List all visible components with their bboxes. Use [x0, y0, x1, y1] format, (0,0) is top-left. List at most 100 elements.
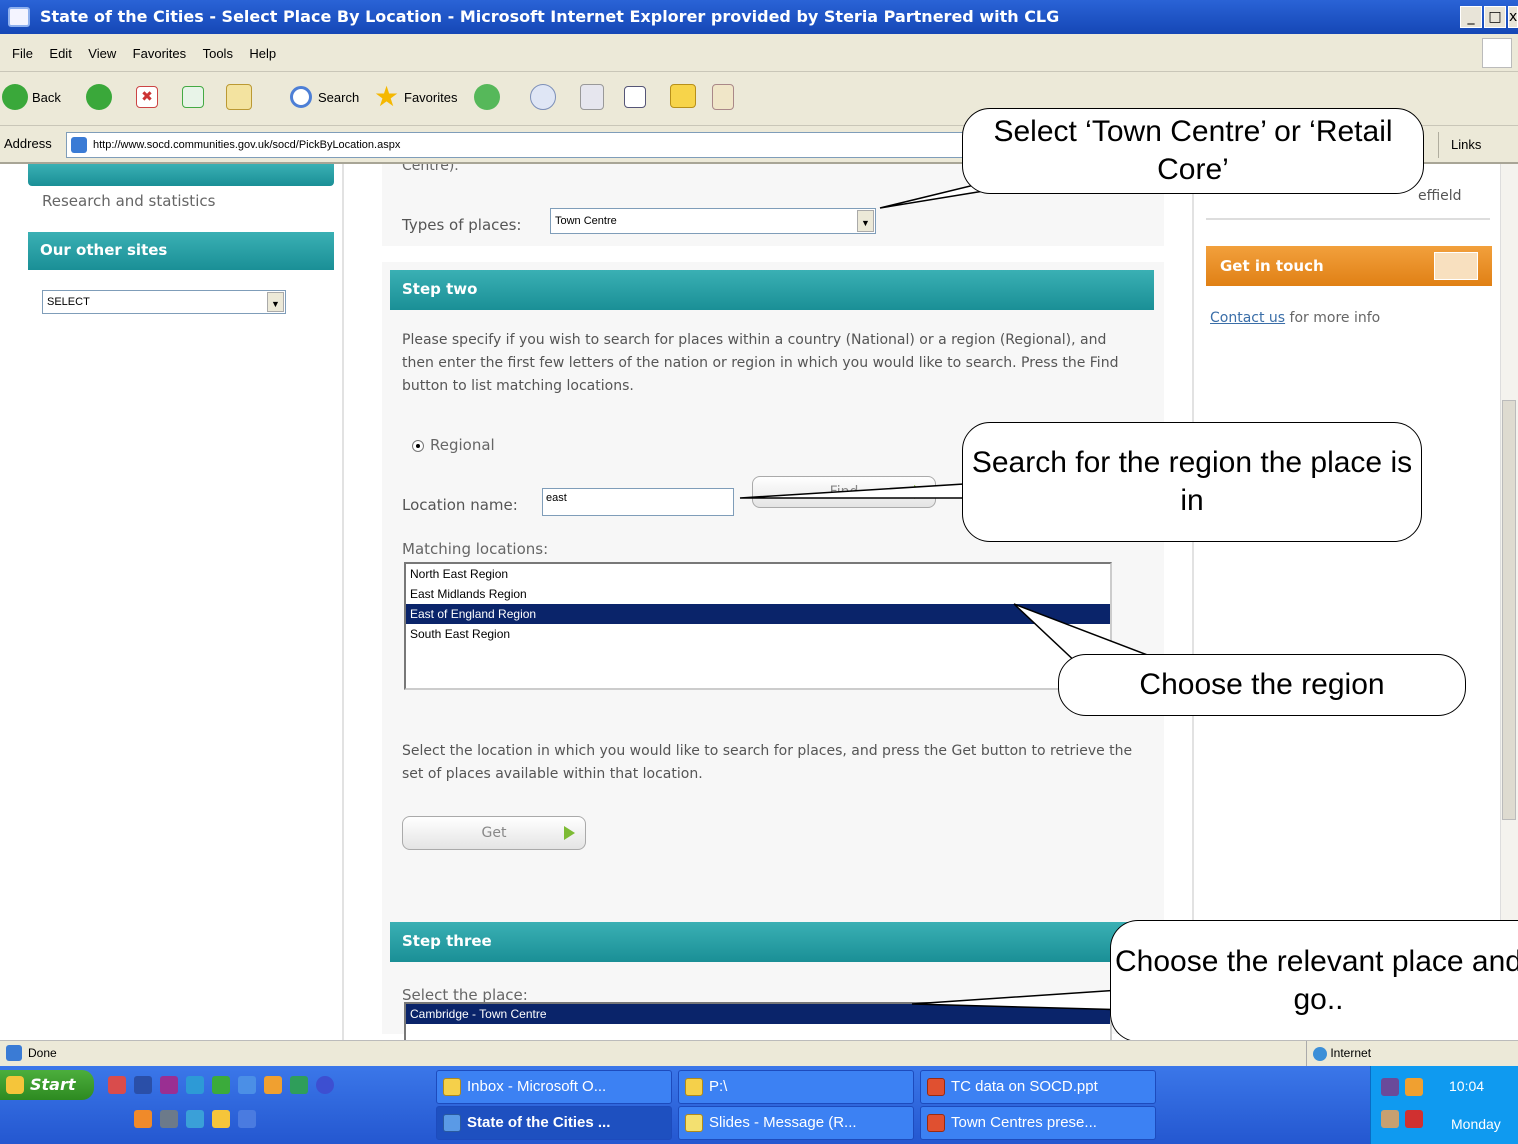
scrollbar-thumb[interactable]: [1502, 400, 1516, 820]
task-inbox[interactable]: Inbox - Microsoft O...: [436, 1070, 672, 1104]
menu-favorites[interactable]: Favorites: [133, 34, 186, 74]
minimize-button[interactable]: _: [1460, 6, 1482, 28]
quicklaunch-icon[interactable]: [238, 1076, 256, 1094]
quicklaunch-icon[interactable]: [238, 1110, 256, 1128]
menu-bar: File Edit View Favorites Tools Help: [0, 34, 1518, 72]
regional-radio[interactable]: [412, 440, 424, 452]
close-button[interactable]: x: [1508, 6, 1518, 28]
types-of-places-label: Types of places:: [402, 216, 522, 234]
powerpoint-icon: [927, 1078, 945, 1096]
right-sidebar-divider: [1192, 164, 1194, 1040]
contact-text: Contact us for more info: [1210, 310, 1380, 326]
location-name-label: Location name:: [402, 496, 518, 514]
contact-suffix: for more info: [1289, 310, 1381, 326]
menu-edit[interactable]: Edit: [49, 34, 71, 74]
step-one-clipped-text: Centre).: [402, 164, 459, 174]
envelope-icon: [1434, 252, 1478, 280]
research-statistics-link[interactable]: Research and statistics: [42, 192, 215, 210]
folder-icon[interactable]: [670, 84, 696, 108]
regional-radio-label: Regional: [430, 436, 495, 454]
network-icon[interactable]: [1381, 1078, 1399, 1096]
tray-icon[interactable]: [1405, 1078, 1423, 1096]
back-arrow-icon[interactable]: [2, 84, 28, 110]
task-p-drive[interactable]: P:\: [678, 1070, 914, 1104]
search-icon[interactable]: [290, 86, 312, 108]
quicklaunch-icon[interactable]: [186, 1110, 204, 1128]
task-state-of-cities[interactable]: State of the Cities ...: [436, 1106, 672, 1140]
task-state-label: State of the Cities ...: [467, 1114, 611, 1131]
forward-arrow-icon[interactable]: [86, 84, 112, 110]
tray-icon[interactable]: [1405, 1110, 1423, 1128]
favorites-star-icon[interactable]: ★: [374, 82, 399, 112]
menu-help[interactable]: Help: [249, 34, 276, 74]
quicklaunch-icon[interactable]: [212, 1076, 230, 1094]
menu-view[interactable]: View: [88, 34, 116, 74]
quicklaunch-icon[interactable]: [264, 1076, 282, 1094]
quicklaunch-icon[interactable]: [108, 1076, 126, 1094]
research-icon[interactable]: [712, 84, 734, 110]
matching-locations-list[interactable]: North East Region East Midlands Region E…: [404, 562, 1112, 690]
place-list[interactable]: Cambridge - Town Centre: [404, 1002, 1112, 1040]
our-other-sites-header: Our other sites: [28, 232, 334, 270]
task-p-drive-label: P:\: [709, 1078, 728, 1095]
task-town-centres[interactable]: Town Centres prese...: [920, 1106, 1156, 1140]
edit-icon[interactable]: [624, 86, 646, 108]
search-button[interactable]: Search: [318, 82, 359, 114]
quicklaunch-icon[interactable]: [134, 1076, 152, 1094]
stop-icon[interactable]: ✖: [136, 86, 158, 108]
quicklaunch-icon[interactable]: [160, 1076, 178, 1094]
history-icon[interactable]: [474, 84, 500, 110]
print-icon[interactable]: [580, 84, 604, 110]
list-item-selected[interactable]: Cambridge - Town Centre: [406, 1004, 1110, 1024]
sidebar-clipped-header: [28, 164, 334, 186]
back-button[interactable]: Back: [32, 82, 61, 114]
get-button[interactable]: Get: [402, 816, 586, 850]
page-done-icon: [6, 1045, 22, 1061]
callout-types-of-places: Select ‘Town Centre’ or ‘Retail Core’: [962, 108, 1424, 194]
chevron-down-icon: ▼: [857, 210, 874, 232]
contact-us-link[interactable]: Contact us: [1210, 310, 1285, 326]
favorites-button[interactable]: Favorites: [404, 82, 457, 114]
callout-search-region: Search for the region the place is in: [962, 422, 1422, 542]
links-button[interactable]: Links: [1438, 132, 1518, 158]
list-item[interactable]: South East Region: [406, 624, 1110, 644]
windows-flag-icon: [6, 1076, 24, 1094]
maximize-button[interactable]: □: [1484, 6, 1506, 28]
quicklaunch-icon[interactable]: [186, 1076, 204, 1094]
list-item[interactable]: East Midlands Region: [406, 584, 1110, 604]
callout-search-text: Search for the region the place is in: [971, 446, 1413, 517]
start-button[interactable]: Start: [0, 1070, 94, 1100]
task-slides-message[interactable]: Slides - Message (R...: [678, 1106, 914, 1140]
play-icon: [564, 826, 575, 840]
menu-tools[interactable]: Tools: [203, 34, 233, 74]
types-of-places-select[interactable]: Town Centre ▼: [550, 208, 876, 234]
window-title: State of the Cities - Select Place By Lo…: [40, 7, 1060, 26]
quicklaunch-icon[interactable]: [160, 1110, 178, 1128]
home-icon[interactable]: [226, 84, 252, 110]
globe-icon: [1313, 1046, 1327, 1061]
callout-choose-region: Choose the region: [1058, 654, 1466, 716]
refresh-icon[interactable]: [182, 86, 204, 108]
quicklaunch-icon[interactable]: [290, 1076, 308, 1094]
task-tc-data-label: TC data on SOCD.ppt: [951, 1078, 1098, 1095]
get-in-touch-header: Get in touch: [1206, 246, 1492, 286]
tray-icon[interactable]: [1381, 1110, 1399, 1128]
list-item[interactable]: North East Region: [406, 564, 1110, 584]
location-name-input[interactable]: east: [542, 488, 734, 516]
play-icon: [914, 485, 925, 499]
clock-day: Monday: [1451, 1116, 1501, 1132]
menu-file[interactable]: File: [12, 34, 33, 74]
callout-region-text: Choose the region: [1139, 668, 1385, 701]
find-button[interactable]: Find: [752, 476, 936, 508]
window-title-bar: State of the Cities - Select Place By Lo…: [0, 0, 1518, 34]
types-of-places-value: Town Centre: [555, 215, 617, 227]
task-tc-data[interactable]: TC data on SOCD.ppt: [920, 1070, 1156, 1104]
quicklaunch-icon[interactable]: [134, 1110, 152, 1128]
quicklaunch-icon[interactable]: [212, 1110, 230, 1128]
other-sites-select[interactable]: SELECT ▼: [42, 290, 286, 314]
mail-icon[interactable]: [530, 84, 556, 110]
list-item-selected[interactable]: East of England Region: [406, 604, 1110, 624]
system-tray: 10:04 Monday: [1370, 1066, 1518, 1144]
quicklaunch-icon[interactable]: [316, 1076, 334, 1094]
address-label: Address: [4, 136, 52, 151]
